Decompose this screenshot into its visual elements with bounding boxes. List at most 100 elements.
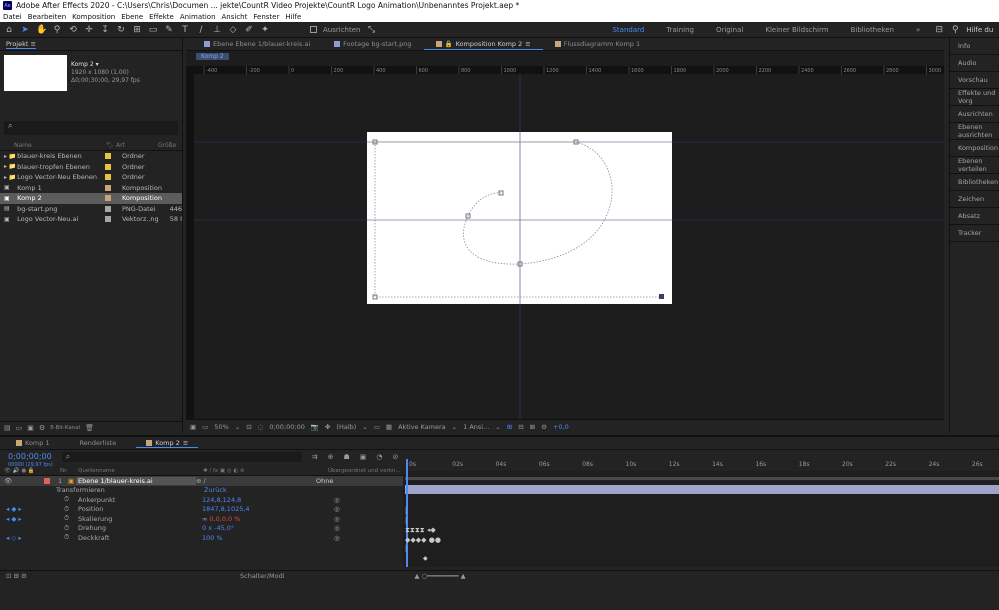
preview-name[interactable]: Komp 2 ▾	[71, 61, 140, 69]
property-value[interactable]: 0 x -45,0°	[202, 524, 334, 532]
property-value-text[interactable]: 0,0,0,0 %	[209, 515, 240, 523]
keyframe[interactable]: ⏐	[404, 507, 408, 516]
composition-mini-flowchart-icon[interactable]: ⇉	[312, 453, 318, 461]
timeline-tab[interactable]: Komp 1	[6, 439, 60, 447]
new-comp-icon[interactable]: ▣	[27, 424, 34, 432]
property-value-text[interactable]: 124,8,124,8	[202, 496, 241, 504]
stopwatch-icon[interactable]: ⏱	[64, 524, 78, 533]
channel-icon[interactable]: ✤	[325, 423, 330, 431]
time-graph[interactable]: 0s 02s 04s 06s 08s 10s 12s 14s 16s 18s 20s 22s 24s 26…	[403, 459, 999, 567]
render-icon[interactable]: ⊟	[518, 423, 523, 431]
property-value[interactable]: ∞ 0,0,0,0 %	[202, 515, 334, 523]
current-time[interactable]: 0;00;00;00	[8, 452, 52, 461]
col-name[interactable]: Name	[14, 142, 106, 149]
right-panel-item[interactable]: Ebenen ausrichten	[950, 123, 999, 140]
property-value[interactable]: 1847,8,1025,4	[202, 505, 334, 513]
tab-menu-icon[interactable]: ≡	[525, 40, 530, 48]
keyframe[interactable]: ⏐	[404, 517, 408, 526]
property-value[interactable]: 124,8,124,8	[202, 496, 334, 504]
graph-editor-icon[interactable]: ⊘	[392, 453, 398, 461]
workspace-standard[interactable]: Standard	[604, 26, 652, 34]
zoom-tool-icon[interactable]: ⚲	[52, 25, 62, 35]
right-panel-item[interactable]: Vorschau	[950, 72, 999, 89]
puppet-pin-icon[interactable]: ✦	[260, 25, 270, 35]
list-item[interactable]: ▸ 📁 Logo Vector-Neu Ebenen Ordner	[0, 172, 182, 183]
property-row[interactable]: ◂ ◇ ▸ ⏱ Deckkraft 100 % ◎	[0, 533, 403, 543]
menu-komposition[interactable]: Komposition	[72, 13, 115, 21]
roto-brush-icon[interactable]: ✐	[244, 25, 254, 35]
pickwhip-icon[interactable]: ◎	[334, 534, 340, 542]
property-row[interactable]: ◂ ◆ ▸ ⏱ Position 1847,8,1025,4 ◎	[0, 505, 403, 515]
property-value-text[interactable]: 1847,8,1025,4	[202, 505, 250, 513]
keyframe[interactable]: ⏐	[404, 545, 408, 554]
property-row[interactable]: ⏱ Drehung 0 x -45,0° ◎	[0, 524, 403, 534]
eraser-tool-icon[interactable]: ◇	[228, 25, 238, 35]
layer-duration-bar[interactable]	[405, 485, 999, 494]
property-value[interactable]: 100 %	[202, 534, 334, 542]
trash-icon[interactable]: 🗑	[85, 424, 94, 432]
opacity-keyframe[interactable]: ◆	[423, 555, 428, 562]
pickwhip-icon[interactable]: ◎	[334, 505, 340, 513]
stopwatch-icon[interactable]: ⏱	[64, 495, 78, 504]
layer-name[interactable]: Ebene 1/blauer-kreis.ai	[76, 476, 196, 485]
camera-select[interactable]: Aktive Kamera	[398, 423, 446, 431]
views-select[interactable]: 1 Ansi...	[463, 423, 489, 431]
stopwatch-icon[interactable]: ⏱	[64, 505, 78, 514]
right-panel-item[interactable]: Absatz	[950, 208, 999, 225]
orbit-camera-icon[interactable]: ⟲	[68, 25, 78, 35]
col-source-name[interactable]: Quellenname	[78, 468, 203, 474]
pickwhip-icon[interactable]: ◎	[334, 524, 340, 532]
project-settings-icon[interactable]: ⚙	[39, 424, 45, 432]
work-area-bar[interactable]	[405, 477, 999, 480]
right-panel-item[interactable]: Ausrichten	[950, 106, 999, 123]
menu-animation[interactable]: Animation	[180, 13, 216, 21]
menu-fenster[interactable]: Fenster	[253, 13, 279, 21]
menu-ansicht[interactable]: Ansicht	[222, 13, 248, 21]
lock-icon[interactable]: 🔒	[445, 40, 453, 48]
col-type[interactable]: Art	[116, 142, 158, 149]
workspace-menu-icon[interactable]: ⊟	[934, 25, 944, 35]
keyframe-nav-icon[interactable]: ◂ ◆ ▸	[0, 515, 64, 523]
label-col-icon[interactable]: 🏷	[106, 142, 116, 149]
pickwhip-icon[interactable]: ◎	[334, 515, 340, 523]
exposure-icon[interactable]: ⚙	[541, 423, 547, 431]
list-item[interactable]: ▸ 📁 blauer-tropfen Ebenen Ordner	[0, 162, 182, 173]
layer-switches[interactable]: ⊕ ∕	[196, 477, 316, 485]
viewer-tab[interactable]: 🔒 Komposition Komp 2 ≡	[423, 38, 543, 50]
time-ruler[interactable]: 0s 02s 04s 06s 08s 10s 12s 14s 16s 18s 20s 22s 24s 26…	[403, 459, 999, 471]
pickwhip-icon[interactable]: ◎	[334, 496, 340, 504]
property-row[interactable]: ◂ ◆ ▸ ⏱ Skalierung ∞ 0,0,0,0 % ◎	[0, 514, 403, 524]
tab-project[interactable]: Projekt ≡	[6, 40, 36, 49]
right-panel-item[interactable]: Tracker	[950, 225, 999, 242]
dolly-camera-icon[interactable]: ↧	[100, 25, 110, 35]
clone-stamp-icon[interactable]: ⊥	[212, 25, 222, 35]
property-value-text[interactable]: 0 x -45,0°	[202, 524, 234, 532]
resolution-select[interactable]: (Halb)	[336, 423, 356, 431]
zoom-select[interactable]: 50%	[214, 423, 228, 431]
list-item[interactable]: ▣ Komp 1 Komposition	[0, 183, 182, 194]
frame-blend-icon[interactable]: ▣	[360, 453, 367, 461]
workspace-training[interactable]: Training	[658, 26, 702, 34]
list-item[interactable]: ▣ Komp 2 Komposition	[0, 193, 182, 204]
workspace-small-screen[interactable]: Kleiner Bildschirm	[757, 26, 836, 34]
menu-datei[interactable]: Datei	[3, 13, 22, 21]
fit-icon[interactable]: ⊡	[246, 423, 251, 431]
new-folder-icon[interactable]: ▭	[16, 424, 23, 432]
right-panel-item[interactable]: Audio	[950, 55, 999, 72]
keyframe-nav-icon[interactable]: ◂ ◇ ▸	[0, 534, 64, 542]
label-chip[interactable]	[105, 195, 111, 202]
label-chip[interactable]	[105, 174, 111, 181]
viewer-tab[interactable]: Flussdiagramm Komp 1	[543, 38, 652, 50]
label-chip[interactable]	[105, 163, 111, 170]
menu-hilfe[interactable]: Hilfe	[285, 13, 301, 21]
flowchart-icon[interactable]: ⊞	[507, 423, 512, 431]
home-icon[interactable]: ⌂	[4, 25, 14, 35]
selection-tool-icon[interactable]: ➤	[20, 25, 30, 35]
transform-group[interactable]: Transformieren Zurück	[0, 486, 403, 496]
layer-label-chip[interactable]	[44, 477, 50, 484]
list-item[interactable]: ▸ 📁 blauer-kreis Ebenen Ordner	[0, 151, 182, 162]
monitor-icon[interactable]: ▭	[202, 423, 208, 431]
right-panel-item[interactable]: Info	[950, 38, 999, 55]
keyframe-nav-icon[interactable]: ◂ ◆ ▸	[0, 505, 64, 513]
workspace-original[interactable]: Original	[708, 26, 751, 34]
